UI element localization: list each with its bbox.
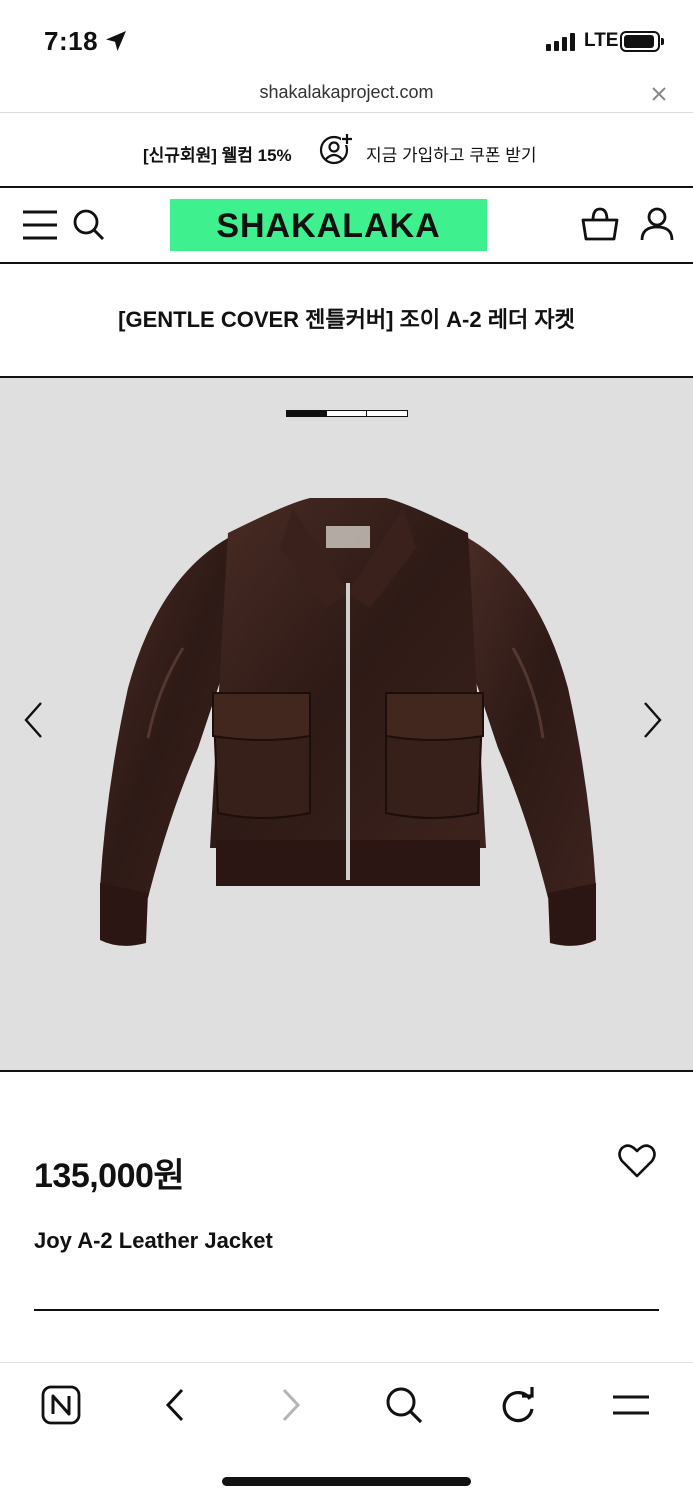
product-image-jacket xyxy=(100,498,596,946)
divider xyxy=(34,1309,659,1311)
battery-icon xyxy=(620,31,664,52)
back-icon[interactable] xyxy=(162,1385,188,1425)
chevron-right-icon[interactable] xyxy=(642,700,664,740)
forward-icon[interactable] xyxy=(278,1385,304,1425)
close-icon[interactable] xyxy=(650,82,668,104)
location-arrow-icon xyxy=(106,31,126,51)
home-indicator xyxy=(222,1477,471,1486)
product-price: 135,000원 xyxy=(34,1157,185,1195)
network-label: LTE xyxy=(584,30,619,51)
carousel-pager xyxy=(286,410,408,417)
user-account-icon[interactable] xyxy=(639,206,675,242)
status-bar: 7:18 LTE xyxy=(0,0,693,80)
naver-n-icon[interactable] xyxy=(41,1385,81,1425)
site-header: SHAKALAKA xyxy=(0,188,693,264)
url-text[interactable]: shakalakaproject.com xyxy=(0,82,693,103)
signal-icon xyxy=(546,33,580,51)
search-icon[interactable] xyxy=(72,208,106,242)
product-name-english: Joy A-2 Leather Jacket xyxy=(34,1228,273,1253)
heart-wishlist-icon[interactable] xyxy=(618,1143,656,1179)
site-logo[interactable]: SHAKALAKA xyxy=(170,199,487,251)
logo-text: SHAKALAKA xyxy=(216,207,441,245)
status-time: 7:18 xyxy=(44,26,99,56)
product-title: [GENTLE COVER 젠틀커버] 조이 A-2 레더 자켓 xyxy=(118,307,575,332)
shopping-bag-icon[interactable] xyxy=(580,206,620,242)
menu-icon[interactable] xyxy=(612,1385,650,1425)
address-bar[interactable]: shakalakaproject.com xyxy=(0,80,693,113)
promo-welcome-text: [신규회원] 웰컴 15% xyxy=(143,146,292,165)
hamburger-menu-icon[interactable] xyxy=(22,210,58,240)
refresh-icon[interactable] xyxy=(498,1385,538,1425)
promo-banner[interactable]: [신규회원] 웰컴 15% 지금 가입하고 쿠폰 받기 xyxy=(0,113,693,188)
user-add-icon xyxy=(319,133,353,165)
search-icon[interactable] xyxy=(384,1385,424,1425)
product-image-carousel[interactable] xyxy=(0,378,693,1072)
chevron-left-icon[interactable] xyxy=(22,700,44,740)
promo-signup-text[interactable]: 지금 가입하고 쿠폰 받기 xyxy=(366,141,537,166)
